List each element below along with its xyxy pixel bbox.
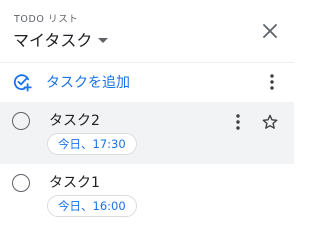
task-due-chip[interactable]: 今日、16:00 — [47, 195, 137, 217]
list-options-button[interactable] — [262, 72, 282, 92]
chevron-down-icon — [98, 37, 109, 43]
add-task-check-icon — [12, 72, 32, 92]
task-title[interactable]: タスク1 — [49, 172, 100, 192]
task-item[interactable]: タスク1 今日、16:00 — [0, 164, 294, 226]
more-vert-icon — [270, 74, 274, 90]
panel-kicker: TODO リスト — [14, 14, 79, 25]
task-star-button[interactable] — [260, 112, 280, 132]
more-vert-icon — [236, 114, 240, 130]
close-icon — [263, 24, 277, 38]
list-selector[interactable]: マイタスク — [13, 27, 109, 51]
add-task-label: タスクを追加 — [46, 75, 130, 91]
add-task-button[interactable]: タスクを追加 — [0, 66, 130, 98]
close-button[interactable] — [256, 17, 284, 45]
task-item[interactable]: タスク2 今日、17:30 — [0, 102, 294, 164]
tasks-panel: TODO リスト マイタスク タスクを追加 タスク2 今日、17:30 タスク1… — [0, 0, 294, 248]
task-complete-checkbox[interactable] — [12, 174, 30, 192]
task-options-button[interactable] — [228, 112, 248, 132]
star-outline-icon — [262, 114, 278, 129]
task-due-chip[interactable]: 今日、17:30 — [47, 133, 137, 155]
task-complete-checkbox[interactable] — [12, 112, 30, 130]
task-title[interactable]: タスク2 — [49, 110, 100, 130]
add-task-row: タスクを追加 — [0, 66, 294, 98]
header-divider — [0, 62, 294, 63]
list-title: マイタスク — [13, 31, 93, 50]
